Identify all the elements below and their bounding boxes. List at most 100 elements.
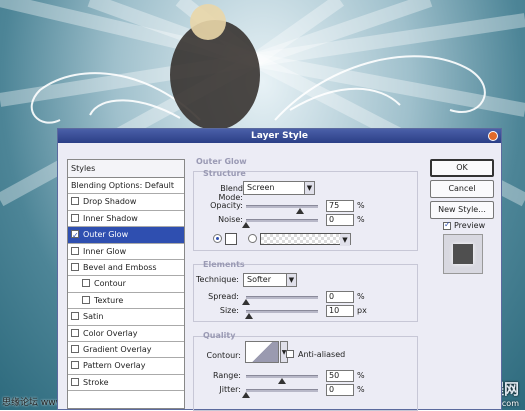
styles-item[interactable]: Drop Shadow [68,194,184,211]
styles-item[interactable]: Bevel and Emboss [68,260,184,277]
dialog-title: Layer Style [251,131,308,141]
spread-field[interactable]: 0 [326,291,354,303]
styles-item[interactable]: Pattern Overlay [68,358,184,375]
styles-item[interactable]: Gradient Overlay [68,342,184,359]
noise-field[interactable]: 0 [326,214,354,226]
dialog-titlebar[interactable]: Layer Style [58,129,501,143]
blend-mode-label: Blend Mode: [218,184,244,202]
spread-unit: % [357,292,365,301]
opacity-slider[interactable] [246,205,318,214]
preview-checkbox[interactable] [443,220,451,230]
jitter-slider[interactable] [242,389,318,398]
style-preview-thumbnail [443,234,483,274]
contour-picker[interactable] [245,341,279,363]
anti-aliased-label: Anti-aliased [298,350,346,359]
opacity-unit: % [357,201,365,210]
spread-label: Spread: [208,292,239,301]
styles-item[interactable]: Stroke [68,375,184,392]
jitter-slider-thumb[interactable] [242,392,250,398]
styles-item-label: Pattern Overlay [83,361,146,371]
structure-title: Structure [203,169,246,178]
styles-item[interactable]: Texture [68,293,184,310]
styles-list: Styles Blending Options: Default Drop Sha… [67,159,185,409]
style-checkbox[interactable] [71,197,79,206]
opacity-slider-thumb[interactable] [296,208,304,214]
gradient-radio[interactable] [248,234,257,243]
styles-item-label: Outer Glow [83,230,129,240]
style-checkbox[interactable] [71,213,79,222]
blend-mode-select[interactable]: Screen ▼ [243,181,315,195]
styles-item[interactable]: Outer Glow [68,227,184,244]
style-checkbox[interactable] [71,328,79,337]
styles-item-label: Inner Shadow [83,213,138,223]
close-icon[interactable] [488,131,498,141]
styles-item-label: Texture [94,295,124,305]
styles-item-label: Contour [94,279,126,289]
quality-title: Quality [203,331,236,340]
style-checkbox[interactable] [71,344,79,353]
size-slider-thumb[interactable] [244,313,253,319]
layer-style-dialog: Layer Style Styles Blending Options: Def… [57,128,502,411]
styles-item-label: Inner Glow [83,246,127,256]
noise-slider-thumb[interactable] [242,222,250,228]
size-field[interactable]: 10 [326,305,354,317]
spread-slider-thumb[interactable] [242,299,250,305]
styles-item-label: Gradient Overlay [83,344,152,354]
outer-glow-title: Outer Glow [196,157,247,166]
jitter-field[interactable]: 0 [326,384,354,396]
styles-item[interactable]: Blending Options: Default [68,178,184,195]
style-checkbox[interactable] [71,377,79,386]
gradient-dropdown[interactable]: ▼ [340,233,351,246]
range-slider-thumb[interactable] [278,378,286,384]
cancel-button[interactable]: Cancel [430,180,494,198]
jitter-label: Jitter: [219,385,241,394]
new-style-button[interactable]: New Style... [430,201,494,219]
range-field[interactable]: 50 [326,370,354,382]
technique-label: Technique: [196,275,239,284]
technique-value: Softer [247,275,271,284]
range-slider[interactable] [246,375,318,384]
noise-slider[interactable] [242,219,318,228]
styles-item-label: Blending Options: Default [71,181,175,190]
style-checkbox[interactable] [71,262,79,271]
chevron-down-icon: ▼ [286,274,296,286]
opacity-label: Opacity: [210,201,243,210]
opacity-field[interactable]: 75 [326,200,354,212]
glow-color-swatch[interactable] [225,233,237,245]
styles-item[interactable]: Color Overlay [68,326,184,342]
style-checkbox[interactable] [71,361,79,370]
range-label: Range: [212,371,241,380]
ok-button[interactable]: OK [430,159,494,177]
styles-item[interactable]: Contour [68,276,184,293]
noise-label: Noise: [218,215,243,224]
styles-item-label: Drop Shadow [83,197,137,207]
style-checkbox[interactable] [71,246,79,255]
styles-header[interactable]: Styles [68,160,184,178]
styles-item[interactable]: Inner Glow [68,244,184,260]
noise-unit: % [357,215,365,224]
preview-label: Preview [454,221,486,230]
styles-item-label: Stroke [83,377,109,387]
chevron-down-icon: ▼ [340,234,350,246]
size-slider[interactable] [244,310,318,319]
jitter-unit: % [357,385,365,394]
styles-item[interactable]: Inner Shadow [68,211,184,228]
contour-label: Contour: [206,351,242,360]
style-checkbox[interactable] [71,312,79,321]
glow-gradient-picker[interactable] [260,233,348,245]
elements-title: Elements [203,260,245,269]
solid-color-radio[interactable] [213,234,222,243]
spread-slider[interactable] [242,296,318,305]
style-checkbox[interactable] [71,228,79,244]
size-unit: px [357,306,367,315]
technique-select[interactable]: Softer ▼ [243,273,297,287]
preview-square [453,244,473,264]
styles-item[interactable]: Satin [68,309,184,326]
range-unit: % [357,371,365,380]
anti-aliased-checkbox[interactable] [286,350,294,358]
styles-item-label: Bevel and Emboss [83,262,157,272]
style-checkbox[interactable] [82,295,90,304]
chevron-down-icon: ▼ [304,182,314,194]
style-checkbox[interactable] [82,279,90,288]
blend-mode-value: Screen [247,183,275,192]
